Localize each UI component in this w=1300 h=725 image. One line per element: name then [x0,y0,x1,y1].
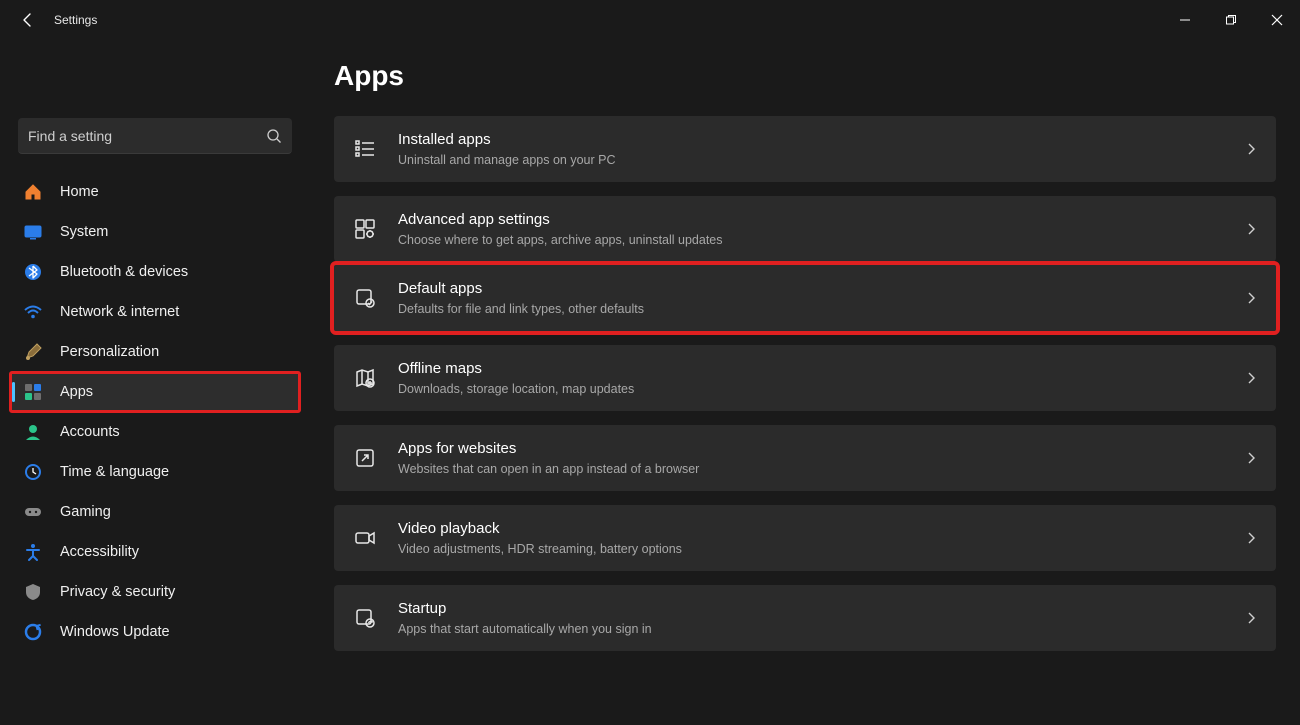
window-title: Settings [54,13,97,27]
card-apps-websites[interactable]: Apps for websites Websites that can open… [334,425,1276,491]
sidebar-nav: Home System Bluetooth & devices Network … [10,172,300,652]
sidebar-item-label: Apps [60,384,93,400]
search-icon [266,128,282,144]
sidebar-item-personalization[interactable]: Personalization [10,332,300,372]
window-controls [1162,4,1300,36]
bluetooth-icon [22,261,44,283]
card-subtitle: Video adjustments, HDR streaming, batter… [398,541,682,557]
minimize-icon [1179,14,1191,26]
sidebar-item-network[interactable]: Network & internet [10,292,300,332]
video-icon [352,525,378,551]
sidebar-item-bluetooth[interactable]: Bluetooth & devices [10,252,300,292]
card-advanced-settings[interactable]: Advanced app settings Choose where to ge… [334,196,1276,262]
sidebar-item-home[interactable]: Home [10,172,300,212]
sidebar-item-time[interactable]: Time & language [10,452,300,492]
sidebar-item-system[interactable]: System [10,212,300,252]
card-list: Installed apps Uninstall and manage apps… [334,116,1276,651]
sidebar: Home System Bluetooth & devices Network … [0,40,310,725]
sidebar-item-label: Time & language [60,464,169,480]
titlebar: Settings [0,0,1300,40]
card-title: Offline maps [398,359,634,379]
shield-icon [22,581,44,603]
sidebar-item-label: Gaming [60,504,111,520]
sidebar-item-gaming[interactable]: Gaming [10,492,300,532]
sidebar-item-privacy[interactable]: Privacy & security [10,572,300,612]
card-title: Advanced app settings [398,210,723,230]
card-offline-maps[interactable]: Offline maps Downloads, storage location… [334,345,1276,411]
wifi-icon [22,301,44,323]
page-title: Apps [334,60,1276,92]
sidebar-item-accounts[interactable]: Accounts [10,412,300,452]
system-icon [22,221,44,243]
card-subtitle: Choose where to get apps, archive apps, … [398,232,723,248]
sidebar-item-label: System [60,224,108,240]
maximize-icon [1225,14,1237,26]
apps-gear-icon [352,216,378,242]
open-link-icon [352,445,378,471]
card-title: Video playback [398,519,682,539]
chevron-right-icon [1244,531,1258,545]
maximize-button[interactable] [1208,4,1254,36]
card-subtitle: Apps that start automatically when you s… [398,621,652,637]
search-input[interactable] [18,118,292,154]
startup-icon [352,605,378,631]
chevron-right-icon [1244,371,1258,385]
card-subtitle: Downloads, storage location, map updates [398,381,634,397]
brush-icon [22,341,44,363]
map-icon [352,365,378,391]
search-wrap [18,118,292,154]
close-icon [1271,14,1283,26]
sidebar-item-label: Accounts [60,424,120,440]
card-default-apps[interactable]: Default apps Defaults for file and link … [334,265,1276,331]
sidebar-item-accessibility[interactable]: Accessibility [10,532,300,572]
card-title: Default apps [398,279,644,299]
chevron-right-icon [1244,291,1258,305]
sidebar-item-label: Privacy & security [60,584,175,600]
main-content: Apps Installed apps Uninstall and manage… [310,40,1300,725]
clock-icon [22,461,44,483]
card-video-playback[interactable]: Video playback Video adjustments, HDR st… [334,505,1276,571]
minimize-button[interactable] [1162,4,1208,36]
chevron-right-icon [1244,142,1258,156]
sidebar-item-update[interactable]: Windows Update [10,612,300,652]
default-apps-icon [352,285,378,311]
chevron-right-icon [1244,451,1258,465]
close-button[interactable] [1254,4,1300,36]
person-icon [22,421,44,443]
sidebar-item-label: Accessibility [60,544,139,560]
sidebar-item-label: Home [60,184,99,200]
home-icon [22,181,44,203]
arrow-left-icon [20,12,36,28]
sidebar-item-apps[interactable]: Apps [10,372,300,412]
sidebar-item-label: Windows Update [60,624,170,640]
gamepad-icon [22,501,44,523]
card-subtitle: Websites that can open in an app instead… [398,461,699,477]
card-startup[interactable]: Startup Apps that start automatically wh… [334,585,1276,651]
sidebar-item-label: Personalization [60,344,159,360]
apps-icon [22,381,44,403]
back-button[interactable] [8,0,48,40]
chevron-right-icon [1244,222,1258,236]
card-subtitle: Uninstall and manage apps on your PC [398,152,616,168]
update-icon [22,621,44,643]
chevron-right-icon [1244,611,1258,625]
card-title: Installed apps [398,130,616,150]
list-icon [352,136,378,162]
card-subtitle: Defaults for file and link types, other … [398,301,644,317]
card-title: Startup [398,599,652,619]
sidebar-item-label: Bluetooth & devices [60,264,188,280]
card-title: Apps for websites [398,439,699,459]
sidebar-item-label: Network & internet [60,304,179,320]
card-installed-apps[interactable]: Installed apps Uninstall and manage apps… [334,116,1276,182]
profile-area [10,54,300,114]
accessibility-icon [22,541,44,563]
